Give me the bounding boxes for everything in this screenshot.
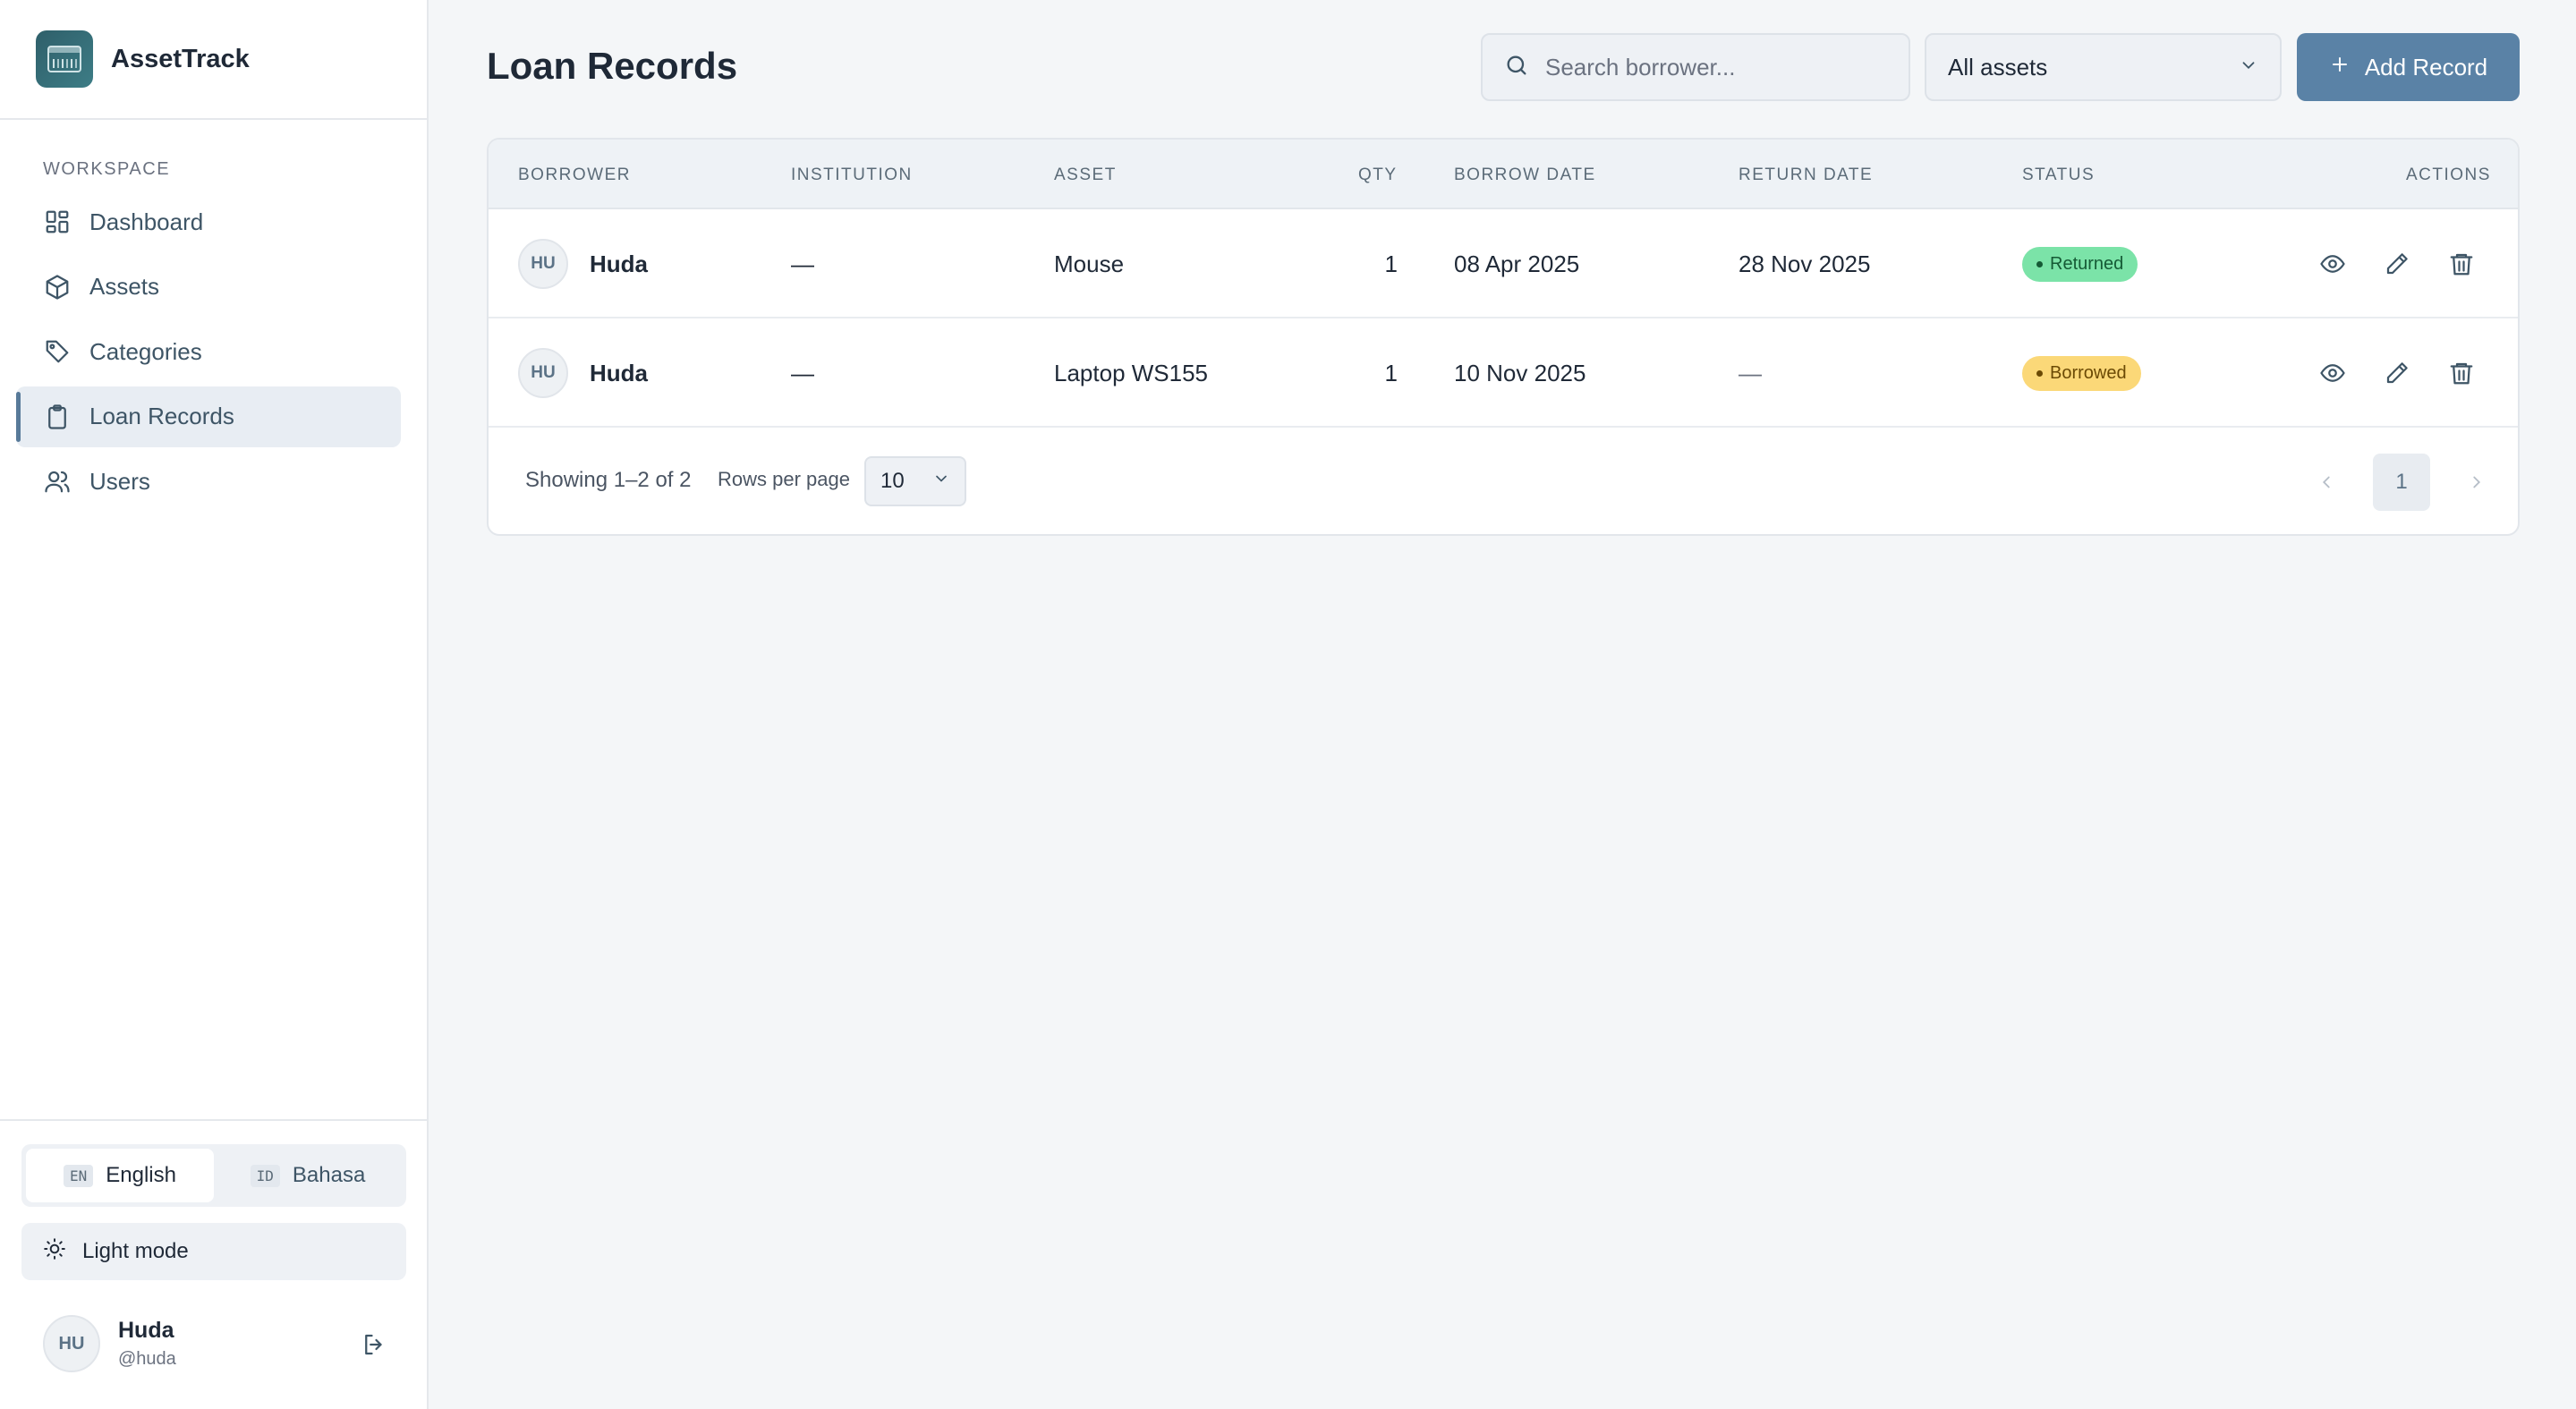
brand[interactable]: AssetTrack <box>0 0 427 120</box>
borrower-name: Huda <box>590 250 648 277</box>
sidebar-footer: EN English ID Bahasa Light mode HU Huda … <box>0 1119 427 1409</box>
pagination: 1 <box>2312 454 2491 511</box>
table-row[interactable]: HU Huda — Laptop WS155 1 10 Nov 2025 — B… <box>489 318 2518 428</box>
sidebar-nav: Dashboard Assets Categories Loan Records… <box>16 191 401 516</box>
page-title: Loan Records <box>487 45 738 87</box>
chevron-down-icon <box>932 469 950 494</box>
asset-filter-value: All assets <box>1948 53 2048 81</box>
asset-filter-select[interactable]: All assets <box>1925 33 2282 101</box>
chevron-right-icon[interactable] <box>2462 468 2491 497</box>
grid-icon <box>43 208 72 236</box>
borrower-name: Huda <box>590 359 648 386</box>
language-option-english[interactable]: EN English <box>26 1149 214 1202</box>
return-date-cell: 28 Nov 2025 <box>1739 250 1871 277</box>
user-profile: HU Huda @huda <box>43 1312 392 1375</box>
rows-per-page-select[interactable]: 10 <box>864 456 966 506</box>
theme-toggle-label: Light mode <box>82 1239 189 1263</box>
sidebar-item-loan-records[interactable]: Loan Records <box>16 386 401 447</box>
column-header-qty[interactable]: QTY <box>1358 166 1398 185</box>
sidebar-item-categories[interactable]: Categories <box>16 321 401 382</box>
asset-cell: Mouse <box>1054 250 1125 277</box>
sidebar-item-assets[interactable]: Assets <box>16 257 401 318</box>
column-header-status[interactable]: STATUS <box>2022 166 2095 185</box>
table-header: BORROWER INSTITUTION ASSET QTY BORROW DA… <box>489 140 2518 209</box>
users-icon <box>43 467 72 496</box>
user-handle: @huda <box>118 1349 176 1369</box>
rows-per-page-value: 10 <box>880 469 905 493</box>
avatar: HU <box>518 239 568 289</box>
workspace-section-label: WORKSPACE <box>43 159 171 179</box>
view-eye-icon[interactable] <box>2318 359 2347 387</box>
sidebar-item-users[interactable]: Users <box>16 451 401 512</box>
logout-icon[interactable] <box>356 1327 392 1362</box>
institution-cell: — <box>791 359 814 386</box>
sidebar: AssetTrack WORKSPACE Dashboard Assets Ca… <box>0 0 429 1409</box>
column-header-return-date[interactable]: RETURN DATE <box>1739 166 1873 185</box>
language-label: English <box>106 1163 176 1187</box>
sidebar-item-label: Loan Records <box>89 403 234 429</box>
language-option-bahasa[interactable]: ID Bahasa <box>214 1149 402 1202</box>
delete-trash-icon[interactable] <box>2447 359 2476 387</box>
status-badge: Borrowed <box>2022 355 2141 391</box>
language-label: Bahasa <box>292 1163 366 1187</box>
page-button-current[interactable]: 1 <box>2373 454 2430 511</box>
search-input[interactable] <box>1545 53 1885 81</box>
plus-icon <box>2329 54 2351 81</box>
delete-trash-icon[interactable] <box>2447 250 2476 278</box>
app-logo-icon <box>36 30 93 88</box>
borrow-date-cell: 10 Nov 2025 <box>1454 359 1586 386</box>
column-header-institution[interactable]: INSTITUTION <box>791 166 913 185</box>
status-dot <box>2036 260 2043 267</box>
avatar: HU <box>43 1315 100 1372</box>
chevron-down-icon <box>2239 54 2258 81</box>
sidebar-item-label: Assets <box>89 273 160 300</box>
borrow-date-cell: 08 Apr 2025 <box>1454 250 1580 277</box>
view-eye-icon[interactable] <box>2318 250 2347 278</box>
column-header-actions: ACTIONS <box>2406 166 2491 184</box>
status-label: Returned <box>2050 253 2124 274</box>
sun-icon <box>43 1237 66 1267</box>
chevron-left-icon[interactable] <box>2312 468 2341 497</box>
sidebar-item-label: Dashboard <box>89 208 204 235</box>
loan-records-table: BORROWER INSTITUTION ASSET QTY BORROW DA… <box>487 138 2520 536</box>
app-name: AssetTrack <box>111 44 250 73</box>
add-record-label: Add Record <box>2364 53 2488 81</box>
theme-toggle-button[interactable]: Light mode <box>21 1223 406 1280</box>
edit-pencil-icon[interactable] <box>2383 359 2411 387</box>
tag-icon <box>43 337 72 366</box>
sidebar-item-dashboard[interactable]: Dashboard <box>16 191 401 252</box>
avatar: HU <box>518 348 568 398</box>
pagination-summary: Showing 1–2 of 2 <box>525 468 692 492</box>
search-icon <box>1504 53 1529 82</box>
column-header-borrower[interactable]: BORROWER <box>518 166 631 185</box>
asset-cell: Laptop WS155 <box>1054 359 1209 386</box>
user-name: Huda <box>118 1318 174 1343</box>
return-date-cell: — <box>1739 359 1762 386</box>
institution-cell: — <box>791 250 814 277</box>
table-footer: Showing 1–2 of 2 Rows per page 10 1 <box>489 429 2518 534</box>
box-icon <box>43 273 72 301</box>
qty-cell: 1 <box>1384 250 1398 277</box>
search-box[interactable] <box>1481 33 1910 101</box>
language-code: EN <box>64 1164 94 1187</box>
sidebar-item-label: Categories <box>89 337 202 365</box>
column-header-asset[interactable]: ASSET <box>1054 166 1117 185</box>
status-dot <box>2036 369 2043 377</box>
clipboard-icon <box>43 403 72 431</box>
language-code: ID <box>250 1164 280 1187</box>
edit-pencil-icon[interactable] <box>2383 250 2411 278</box>
table-row[interactable]: HU Huda — Mouse 1 08 Apr 2025 28 Nov 202… <box>489 209 2518 318</box>
qty-cell: 1 <box>1384 359 1398 386</box>
column-header-borrow-date[interactable]: BORROW DATE <box>1454 166 1596 185</box>
add-record-button[interactable]: Add Record <box>2297 33 2520 101</box>
status-label: Borrowed <box>2050 362 2127 383</box>
status-badge: Returned <box>2022 246 2138 282</box>
language-switcher: EN English ID Bahasa <box>21 1144 406 1207</box>
rows-per-page-label: Rows per page <box>718 468 850 490</box>
sidebar-item-label: Users <box>89 467 150 495</box>
